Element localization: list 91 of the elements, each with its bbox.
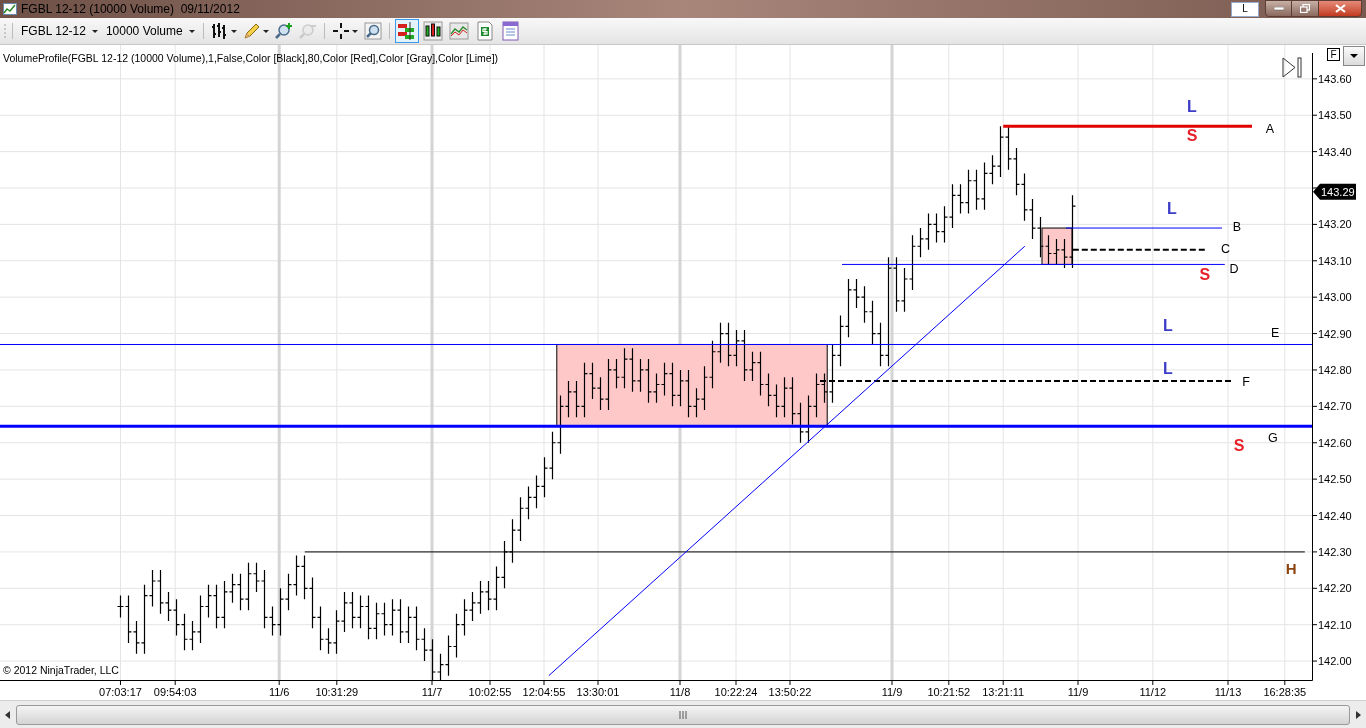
- close-icon: [1334, 4, 1346, 13]
- zoom-in-icon: [274, 22, 293, 40]
- indicator-label: VolumeProfile(FGBL 12-12 (10000 Volume),1,False,Color [Black],80,Color [Red],Color [Gray],Color [Lime]): [3, 52, 499, 64]
- line-label: A: [1265, 122, 1275, 137]
- restore-icon: [1300, 4, 1310, 13]
- price-axis-label: 142.80: [1318, 363, 1352, 376]
- line-chart-icon: [448, 21, 469, 41]
- time-axis-label: 11/6: [268, 686, 290, 698]
- candles-button[interactable]: [420, 19, 445, 43]
- interval-dropdown[interactable]: 10000 Volume: [102, 20, 198, 42]
- scroll-to-end-icon[interactable]: [1282, 57, 1302, 78]
- caret-icon: [351, 29, 358, 33]
- candles-icon: [422, 21, 443, 41]
- pencil-icon: [242, 22, 261, 40]
- window-title: FGBL 12-12 (10000 Volume) 09/11/2012: [21, 1, 240, 18]
- time-axis-label: 10:21:52: [927, 686, 971, 698]
- horizontal-scrollbar[interactable]: [0, 700, 1366, 728]
- minimize-button[interactable]: [1265, 0, 1292, 17]
- signal-label: S: [1233, 436, 1245, 454]
- line-label: H: [1285, 560, 1297, 578]
- price-axis-label: 142.60: [1318, 436, 1352, 449]
- price-axis-label: 142.10: [1318, 618, 1352, 631]
- time-axis-label: 09:54:03: [153, 686, 197, 698]
- time-axis-label: 11/13: [1214, 686, 1242, 698]
- line-label: D: [1229, 262, 1239, 277]
- price-axis-label: 142.00: [1318, 655, 1352, 668]
- price-axis-label: 142.90: [1318, 327, 1352, 340]
- last-price-tag: 143.29: [1313, 183, 1356, 200]
- scroll-thumb[interactable]: [16, 704, 1350, 725]
- chart-icon: [3, 3, 17, 15]
- signal-label: L: [1163, 360, 1173, 378]
- caret-icon: [1350, 54, 1358, 58]
- time-axis-label: 11/8: [669, 686, 691, 698]
- time-axis-label: 12:04:55: [522, 686, 566, 698]
- price-axis-label: 143.10: [1318, 254, 1352, 267]
- price-axis-label: 142.40: [1318, 509, 1352, 522]
- caret-icon: [188, 29, 195, 33]
- time-axis-label: 13:30:01: [576, 686, 620, 698]
- price-axis-label: 143.40: [1318, 145, 1352, 158]
- search-icon: [363, 22, 382, 40]
- crosshair-icon: [331, 22, 350, 40]
- signal-label: S: [1199, 265, 1211, 283]
- bars-icon: [396, 21, 417, 41]
- line-label: B: [1232, 220, 1241, 235]
- instrument-dropdown[interactable]: FGBL 12-12: [18, 20, 101, 42]
- price-axis-label: 143.20: [1318, 218, 1352, 231]
- line-chart-button[interactable]: [446, 19, 471, 43]
- price-axis-label: 143.50: [1318, 109, 1352, 122]
- dollar-icon: [474, 21, 495, 41]
- time-axis-label: 11/9: [881, 686, 903, 698]
- caret-icon: [262, 29, 269, 33]
- signal-label: S: [1186, 127, 1198, 145]
- price-axis-label: 143.60: [1318, 72, 1352, 85]
- caret-icon: [91, 29, 98, 33]
- time-axis-label: 13:50:22: [768, 686, 812, 698]
- zoom-out-icon: [298, 22, 317, 40]
- caret-icon: [230, 29, 237, 33]
- time-axis-label: 13:21:11: [982, 686, 1025, 698]
- line-label: E: [1271, 325, 1280, 340]
- time-axis-label: 07:03:17: [99, 686, 142, 698]
- time-axis-label: 10:31:29: [315, 686, 359, 698]
- price-axis-label: 142.70: [1318, 400, 1352, 413]
- signal-label: L: [1163, 316, 1173, 334]
- price-axis-label: 143.00: [1318, 291, 1352, 304]
- signal-label: L: [1167, 200, 1177, 218]
- link-button[interactable]: L: [1231, 1, 1259, 17]
- line-label: C: [1221, 242, 1231, 257]
- bars-button[interactable]: [394, 19, 419, 43]
- magnifier-button[interactable]: [361, 20, 384, 42]
- bar-style-icon: [210, 22, 229, 40]
- time-axis-label: 10:22:24: [714, 686, 758, 698]
- dropdown-button[interactable]: [1343, 46, 1365, 66]
- line-label: G: [1267, 431, 1278, 446]
- grip-icon: [679, 710, 687, 719]
- price-axis-label: 142.50: [1318, 473, 1352, 486]
- time-axis-label: 16:28:35: [1263, 686, 1307, 698]
- grip-icon: [3, 23, 7, 39]
- scale-button[interactable]: F: [1327, 48, 1340, 61]
- close-button[interactable]: [1318, 0, 1362, 17]
- time-axis-label: 11/9: [1067, 686, 1089, 698]
- signal-label: L: [1187, 98, 1197, 116]
- restore-button[interactable]: [1292, 0, 1318, 17]
- line-label: F: [1242, 375, 1250, 389]
- data-box-icon: [500, 21, 521, 41]
- minimize-icon: [1273, 6, 1284, 11]
- price-axis-label: 142.20: [1318, 582, 1352, 595]
- price-axis-label: 142.30: [1318, 545, 1352, 558]
- time-axis-label: 11/12: [1139, 686, 1167, 698]
- time-axis-label: 10:02:55: [468, 686, 512, 698]
- time-axis-label: 11/7: [421, 686, 443, 698]
- copyright-text: © 2012 NinjaTrader, LLC: [3, 664, 119, 676]
